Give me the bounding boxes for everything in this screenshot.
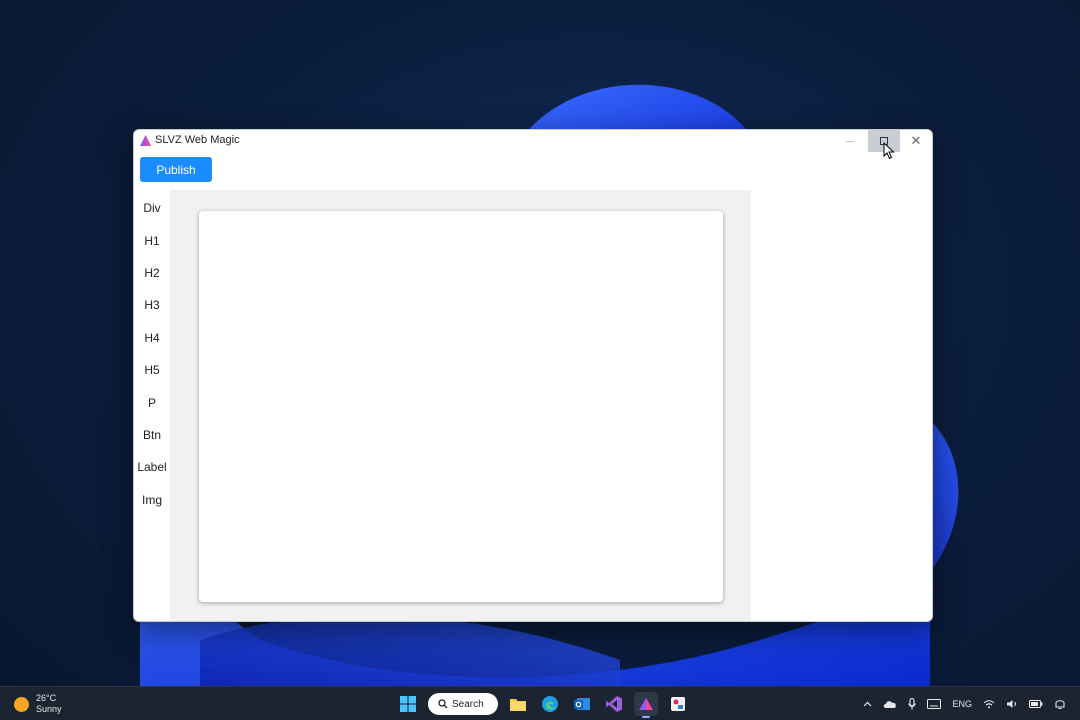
minimize-button[interactable]: —	[834, 130, 866, 152]
chevron-up-icon[interactable]	[863, 701, 872, 707]
element-palette: Div H1 H2 H3 H4 H5 P Btn Label Img	[134, 192, 170, 516]
design-canvas-area	[170, 190, 751, 621]
weather-condition: Sunny	[36, 704, 62, 714]
visual-studio-icon	[606, 696, 622, 712]
weather-temperature: 26°C	[36, 693, 57, 703]
title-bar[interactable]: SLVZ Web Magic — ✕	[134, 130, 932, 160]
system-tray: ENG	[863, 687, 1066, 720]
palette-item-btn[interactable]: Btn	[134, 419, 170, 451]
start-button[interactable]	[396, 692, 420, 716]
minimize-icon: —	[846, 136, 854, 146]
folder-icon	[510, 699, 526, 711]
palette-item-div[interactable]: Div	[134, 192, 170, 224]
windows-logo-icon	[400, 696, 416, 712]
sun-icon	[14, 696, 29, 712]
keyboard-icon[interactable]	[927, 699, 942, 709]
palette-item-h5[interactable]: H5	[134, 354, 170, 386]
volume-icon[interactable]	[1006, 699, 1018, 709]
snipping-tool-icon	[671, 697, 685, 711]
design-canvas-page[interactable]	[199, 211, 723, 602]
outlook-button[interactable]	[570, 692, 594, 716]
taskbar-apps: Search	[396, 691, 690, 718]
window-title: SLVZ Web Magic	[155, 134, 240, 146]
edge-icon	[542, 696, 558, 712]
visual-studio-button[interactable]	[602, 692, 626, 716]
palette-item-h3[interactable]: H3	[134, 289, 170, 321]
taskbar: 26°C Sunny Search ENG	[0, 686, 1080, 720]
cloud-icon[interactable]	[883, 699, 897, 709]
palette-item-label[interactable]: Label	[134, 451, 170, 483]
wifi-icon[interactable]	[983, 699, 995, 709]
snipping-tool-button[interactable]	[666, 692, 690, 716]
edge-browser-button[interactable]	[538, 692, 562, 716]
palette-item-h4[interactable]: H4	[134, 322, 170, 354]
search-label: Search	[452, 698, 484, 710]
mouse-cursor-icon	[883, 142, 895, 160]
palette-item-h1[interactable]: H1	[134, 224, 170, 256]
notification-bell-icon[interactable]	[1054, 698, 1066, 710]
file-explorer-button[interactable]	[506, 692, 530, 716]
close-button[interactable]: ✕	[900, 130, 932, 152]
language-indicator[interactable]: ENG	[952, 699, 972, 709]
palette-item-img[interactable]: Img	[134, 484, 170, 516]
app-window: SLVZ Web Magic — ✕ Publish Div H1 H2 H3 …	[133, 129, 933, 622]
microphone-icon[interactable]	[908, 698, 917, 710]
search-icon	[438, 699, 448, 709]
palette-item-p[interactable]: P	[134, 386, 170, 418]
slvz-web-magic-taskbar-button[interactable]	[634, 692, 658, 718]
mail-icon	[574, 698, 590, 710]
palette-item-h2[interactable]: H2	[134, 257, 170, 289]
taskbar-search[interactable]: Search	[428, 693, 498, 715]
publish-button[interactable]: Publish	[140, 157, 212, 182]
battery-icon[interactable]	[1029, 699, 1043, 709]
app-logo-icon	[639, 698, 653, 710]
app-logo-icon	[140, 135, 151, 146]
weather-widget[interactable]: 26°C Sunny	[14, 693, 62, 715]
close-icon: ✕	[910, 133, 922, 148]
